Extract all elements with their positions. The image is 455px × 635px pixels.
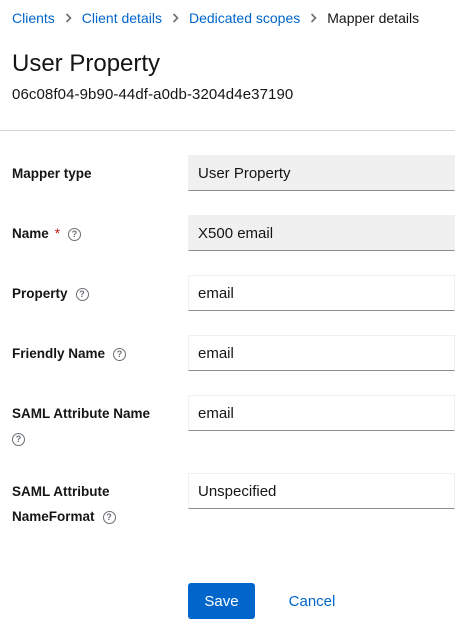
friendly-name-label-text: Friendly Name (12, 346, 106, 361)
breadcrumb-item-clients[interactable]: Clients (12, 10, 55, 26)
name-field: X500 email (188, 215, 455, 251)
saml-attribute-nameformat-label: SAML Attribute NameFormat? (12, 479, 116, 529)
chevron-right-icon (65, 13, 72, 23)
breadcrumb: Clients Client details Dedicated scopes … (12, 10, 419, 26)
help-icon[interactable]: ? (68, 227, 82, 241)
chevron-right-icon (310, 13, 317, 23)
name-label: Name *? (12, 221, 82, 246)
help-icon[interactable]: ? (12, 432, 25, 446)
required-marker: * (54, 226, 61, 241)
breadcrumb-current: Mapper details (327, 10, 420, 26)
breadcrumb-item-client-details[interactable]: Client details (82, 10, 162, 26)
saml-attribute-name-label-text: SAML Attribute Name (12, 406, 151, 421)
saml-attribute-nameformat-label-line2: NameFormat (12, 509, 95, 524)
saml-attribute-nameformat-select[interactable]: Unspecified (188, 473, 455, 509)
cancel-button[interactable]: Cancel (274, 583, 350, 619)
property-label-text: Property (12, 286, 68, 301)
mapper-type-label-text: Mapper type (12, 166, 92, 181)
help-icon[interactable]: ? (75, 287, 89, 301)
saml-attribute-name-label: SAML Attribute Name ? (12, 401, 150, 451)
help-icon[interactable]: ? (113, 347, 127, 361)
mapper-type-field: User Property (188, 155, 455, 191)
saml-attribute-name-input[interactable] (188, 395, 455, 431)
property-input[interactable] (188, 275, 455, 311)
breadcrumb-item-dedicated-scopes[interactable]: Dedicated scopes (189, 10, 300, 26)
friendly-name-label: Friendly Name? (12, 341, 127, 366)
mapper-id: 06c08f04-9b90-44df-a0db-3204d4e37190 (12, 86, 294, 103)
property-label: Property? (12, 281, 89, 306)
save-button[interactable]: Save (188, 583, 255, 619)
chevron-right-icon (172, 13, 179, 23)
saml-attribute-nameformat-label-line1: SAML Attribute (12, 484, 110, 499)
name-label-text: Name (12, 226, 49, 241)
mapper-type-label: Mapper type (12, 161, 92, 186)
page-title: User Property (12, 50, 161, 77)
help-icon[interactable]: ? (102, 510, 116, 524)
header-divider (0, 130, 455, 131)
friendly-name-input[interactable] (188, 335, 455, 371)
